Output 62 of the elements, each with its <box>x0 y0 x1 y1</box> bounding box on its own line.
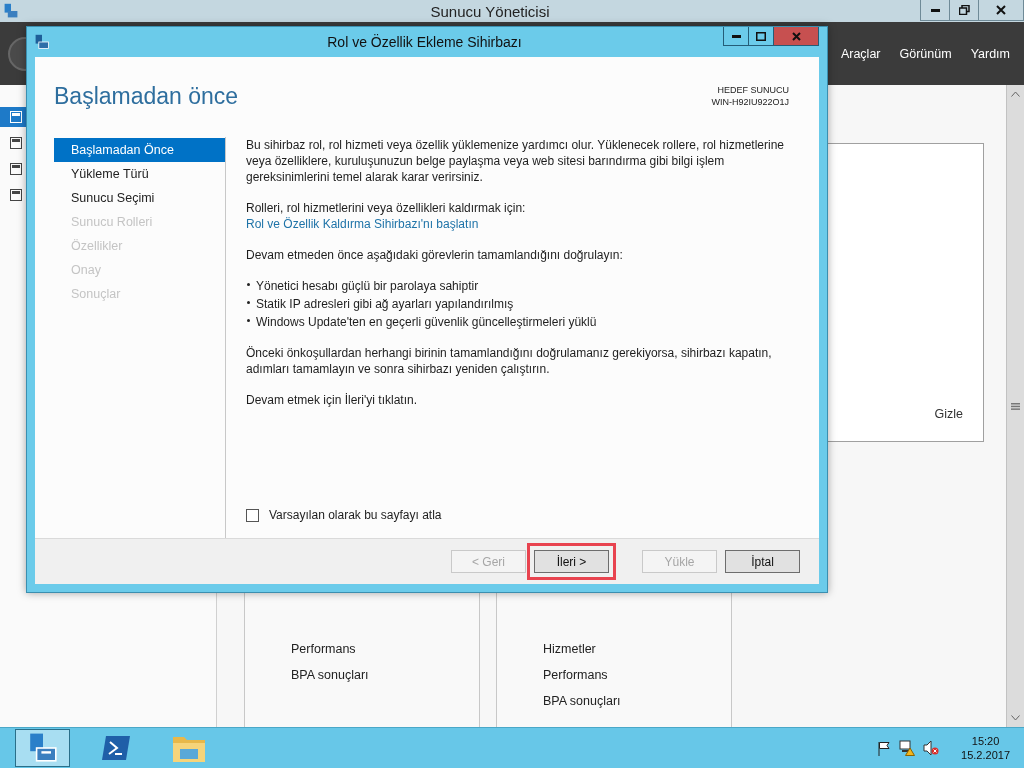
bullet-item: Yönetici hesabı güçlü bir parolaya sahiptir <box>246 278 797 294</box>
wizard-step[interactable]: Sunucu Seçimi <box>54 186 225 210</box>
wizard-step: Sonuçlar <box>54 282 225 306</box>
menu-item[interactable]: Araçlar <box>840 46 881 61</box>
bullet-item: Statik IP adresleri gibi ağ ayarları yapılandırılmış <box>246 296 797 312</box>
paragraph: Önceki önkoşullardan herhangi birinin tamamlandığını doğrulamanız gerekiyorsa, sihirbazı kapatın, adımları tamamlayın ve sonra sihirbazı yeniden çalıştırın. <box>246 345 773 377</box>
target-server: WIN-H92IU922O1J <box>711 96 789 108</box>
minimize-icon <box>731 34 741 38</box>
wizard-step: Özellikler <box>54 234 225 258</box>
window-icon <box>10 137 22 149</box>
window-icon <box>10 189 22 201</box>
scrollbar[interactable] <box>1006 85 1024 727</box>
dialog-button[interactable]: İleri > <box>534 550 609 573</box>
close-icon <box>996 5 1006 15</box>
page-heading: Başlamadan önce <box>54 83 239 111</box>
close-icon <box>791 31 801 41</box>
speaker-muted-icon[interactable] <box>923 740 940 756</box>
tile-link[interactable]: Performans <box>497 668 731 682</box>
terminal-icon <box>99 734 132 762</box>
remove-wizard-link[interactable]: Rol ve Özellik Kaldırma Sihirbazı'nı başlatın <box>246 216 479 232</box>
scroll-grip-icon[interactable] <box>1011 402 1020 410</box>
window-title: Sunucu Yöneticisi <box>429 2 551 20</box>
clock[interactable]: 15:20 15.2.2017 <box>961 734 1010 762</box>
server-manager-icon <box>3 3 19 19</box>
checkbox-label[interactable]: Varsayılan olarak bu sayfayı atla <box>269 508 442 522</box>
close-button[interactable] <box>773 27 819 46</box>
bullet-item: Windows Update'ten en geçerli güvenlik güncelleştirmeleri yüklü <box>246 314 797 330</box>
wizard-step: Sunucu Rolleri <box>54 210 225 234</box>
wizard-step[interactable]: Yükleme Türü <box>54 162 225 186</box>
wizard-step: Onay <box>54 258 225 282</box>
hide-link[interactable]: Gizle <box>934 407 963 421</box>
close-button[interactable] <box>978 0 1024 21</box>
maximize-icon <box>756 31 766 41</box>
minimize-button[interactable] <box>920 0 950 21</box>
time-text: 15:20 <box>971 734 1000 748</box>
tile-link[interactable]: Hizmetler <box>497 642 731 656</box>
network-warning-icon[interactable] <box>899 740 916 756</box>
tile-link[interactable]: Performans <box>245 642 479 656</box>
paragraph: Devam etmeden önce aşağıdaki görevlerin tamamlandığını doğrulayın: <box>246 247 624 263</box>
paragraph: Bu sihirbaz rol, rol hizmeti veya özellik yüklemenize yardımcı olur. Yüklenecek rollere, rol hizmetlerine veya özelliklere, kuruluşunuzun belge paylaşma veya web sitesi barındırma gibi bilgi işlem gereksinimlerini temel alarak karar verirsiniz. <box>246 137 785 185</box>
dialog-title: Rol ve Özellik Ekleme Sihirbazı <box>326 34 523 50</box>
menu-item[interactable]: Görünüm <box>899 46 952 61</box>
flag-icon[interactable] <box>877 740 892 756</box>
date-text: 15.2.2017 <box>961 748 1010 762</box>
dialog-button[interactable]: İptal <box>725 550 800 573</box>
minimize-button[interactable] <box>723 27 749 46</box>
window-icon <box>10 111 22 123</box>
minimize-icon <box>930 8 940 12</box>
window-icon <box>10 163 22 175</box>
taskbar-app[interactable] <box>15 729 70 767</box>
tile-link[interactable]: BPA sonuçları <box>497 694 731 708</box>
tile-link[interactable]: BPA sonuçları <box>245 668 479 682</box>
checkbox[interactable] <box>246 508 259 522</box>
restore-icon <box>958 5 970 15</box>
server-manager-icon <box>34 34 50 50</box>
scroll-up-icon[interactable] <box>1011 91 1020 97</box>
paragraph: Rolleri, rol hizmetlerini veya özellikleri kaldırmak için: <box>246 200 527 216</box>
scroll-down-icon[interactable] <box>1011 715 1020 721</box>
menu-item[interactable]: Yardım <box>970 46 1010 61</box>
wizard-step[interactable]: Başlamadan Önce <box>54 138 225 162</box>
paragraph: Devam etmek için İleri'yi tıklatın. <box>246 392 418 408</box>
target-label: HEDEF SUNUCU <box>717 84 789 96</box>
